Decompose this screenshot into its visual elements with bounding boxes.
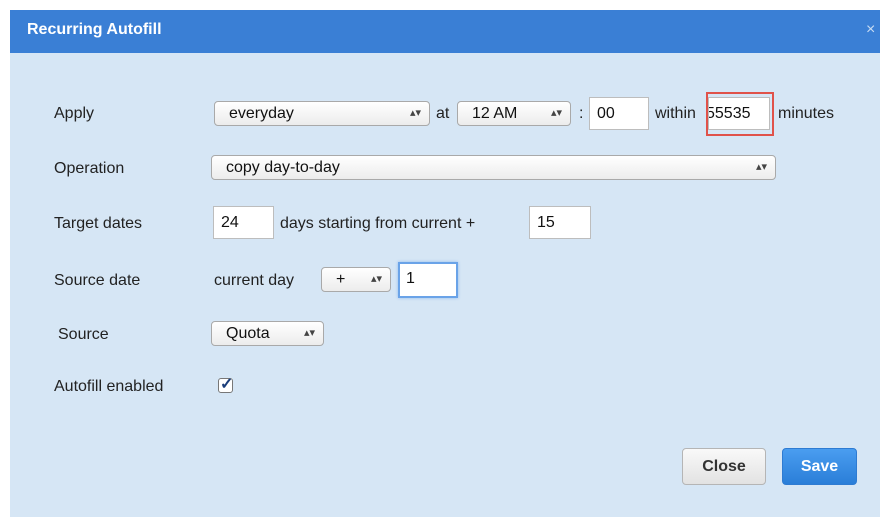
- within-label: within: [655, 105, 696, 122]
- current-day-text: current day: [214, 272, 295, 289]
- days-starting-text: days starting from current +: [280, 215, 476, 232]
- select-arrows-icon: ▴▾: [550, 107, 562, 119]
- operation-select-value: copy day-to-day: [226, 159, 340, 176]
- minute-input[interactable]: 00: [589, 97, 649, 130]
- autofill-enabled-checkbox[interactable]: ✓: [218, 376, 233, 393]
- sign-select-value: +: [336, 271, 346, 288]
- close-button[interactable]: Close: [682, 448, 766, 485]
- recurring-autofill-dialog: Recurring Autofill × Apply everyday ▴▾ a…: [10, 10, 880, 517]
- colon-separator: :: [579, 105, 584, 122]
- frequency-select-value: everyday: [229, 105, 294, 122]
- source-day-input[interactable]: 1: [398, 262, 458, 298]
- operation-label: Operation: [54, 160, 125, 177]
- target-offset-input[interactable]: 15: [529, 206, 591, 239]
- checkmark-icon: ✓: [220, 376, 234, 393]
- hour-select-value: 12 AM: [472, 105, 518, 122]
- target-dates-label: Target dates: [54, 215, 143, 232]
- operation-select[interactable]: copy day-to-day ▴▾: [211, 155, 776, 180]
- source-select[interactable]: Quota ▴▾: [211, 321, 324, 346]
- target-days-input[interactable]: 24: [213, 206, 274, 239]
- save-button[interactable]: Save: [782, 448, 857, 485]
- source-date-label: Source date: [54, 272, 141, 289]
- sign-select[interactable]: + ▴▾: [321, 267, 391, 292]
- at-label: at: [436, 105, 450, 122]
- source-select-value: Quota: [226, 325, 270, 342]
- hour-select[interactable]: 12 AM ▴▾: [457, 101, 571, 126]
- source-label: Source: [58, 326, 109, 343]
- dialog-title: Recurring Autofill: [27, 21, 162, 38]
- autofill-enabled-label: Autofill enabled: [54, 378, 164, 395]
- select-arrows-icon: ▴▾: [755, 161, 767, 173]
- select-arrows-icon: ▴▾: [409, 107, 421, 119]
- minutes-label: minutes: [778, 105, 835, 122]
- frequency-select[interactable]: everyday ▴▾: [214, 101, 430, 126]
- close-icon[interactable]: ×: [866, 21, 875, 39]
- apply-label: Apply: [54, 105, 95, 122]
- dialog-titlebar: Recurring Autofill ×: [10, 10, 880, 53]
- within-input-highlight: [706, 92, 774, 136]
- select-arrows-icon: ▴▾: [303, 327, 315, 339]
- select-arrows-icon: ▴▾: [370, 273, 382, 285]
